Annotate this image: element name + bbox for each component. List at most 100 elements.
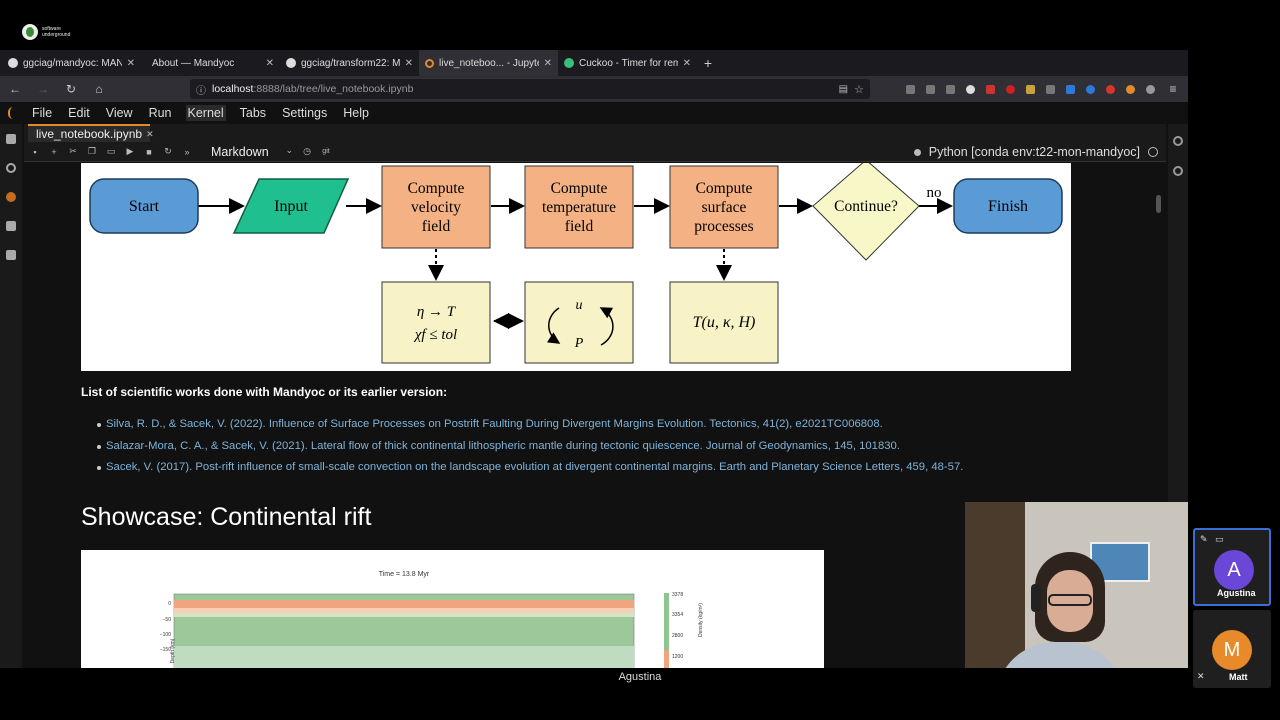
colorbar-tick: 3354: [672, 612, 683, 618]
debugger-icon[interactable]: [1173, 166, 1183, 176]
avatar: M: [1212, 630, 1252, 670]
account-icon[interactable]: [966, 84, 975, 94]
chevron-down-icon: ⌄: [285, 144, 293, 155]
library-icon[interactable]: [926, 84, 935, 94]
pocket-icon[interactable]: [906, 84, 915, 94]
rift-plot-title: Time = 13.8 Myr: [379, 571, 430, 578]
asthenosphere-layer: [174, 646, 634, 668]
rift-ytick: −100: [160, 632, 171, 638]
stop-icon[interactable]: ■: [144, 147, 154, 157]
continental-rift-figure: Time = 13.8 Myr Depth (km) 0 −50 −100 −1…: [81, 550, 824, 668]
close-icon[interactable]: ✕: [683, 58, 691, 69]
reader-icon[interactable]: ▤: [839, 84, 848, 95]
browser-tab-jupyterlab[interactable]: live_noteboo... - JupyterLab ✕: [419, 50, 558, 76]
reference-link[interactable]: Sacek, V. (2017). Post-rift influence of…: [96, 461, 963, 483]
menu-run[interactable]: Run: [147, 105, 174, 121]
decision-label: Continue?: [834, 198, 898, 215]
surface-line-3: processes: [694, 218, 753, 235]
home-icon[interactable]: ⌂: [92, 82, 106, 96]
menu-edit[interactable]: Edit: [66, 105, 92, 121]
git-diff-icon[interactable]: git: [321, 148, 331, 155]
folder-icon[interactable]: [6, 134, 16, 144]
extension-icon[interactable]: [6, 250, 16, 260]
close-icon[interactable]: ✕: [146, 129, 154, 140]
property-inspector-icon[interactable]: [1173, 136, 1183, 146]
surface-line-1: Compute: [696, 180, 753, 197]
copy-icon[interactable]: ❐: [87, 146, 97, 157]
reference-link[interactable]: Silva, R. D., & Sacek, V. (2022). Influe…: [96, 418, 963, 440]
menu-help[interactable]: Help: [341, 105, 371, 121]
cut-icon[interactable]: ✂: [68, 146, 78, 157]
fast-forward-icon[interactable]: »: [182, 147, 192, 157]
git-icon[interactable]: [6, 192, 16, 202]
tools-icon[interactable]: [1046, 84, 1055, 94]
notebook-toolbar: ▪ + ✂ ❐ ▭ ▶ ■ ↻ » Markdown ⌄ ◷ git Pytho…: [24, 142, 1166, 162]
browser-tab-cuckoo[interactable]: Cuckoo - Timer for remote teams ✕: [558, 50, 697, 76]
crust-layer: [174, 600, 634, 608]
toc-icon[interactable]: [6, 221, 16, 231]
url-host: localhost: [212, 83, 254, 95]
kernel-indicator[interactable]: Python [conda env:t22-mon-mandyoc]: [913, 142, 1158, 162]
menu-view[interactable]: View: [104, 105, 135, 121]
adblock-icon[interactable]: [986, 84, 995, 94]
temperature-line-2: temperature: [542, 199, 616, 216]
browser-tab-about-mandyoc[interactable]: About — Mandyoc ✕: [141, 50, 280, 76]
eq-eta-t: η → T: [417, 304, 457, 320]
menu-settings[interactable]: Settings: [280, 105, 329, 121]
reference-link[interactable]: Salazar-Mora, C. A., & Sacek, V. (2021).…: [96, 440, 963, 462]
lower-crust-layer: [174, 608, 634, 613]
close-icon[interactable]: ✕: [405, 58, 413, 69]
logo-text: software underground: [42, 26, 71, 38]
temperature-line-3: field: [565, 218, 594, 235]
menu-tabs[interactable]: Tabs: [238, 105, 268, 121]
presenter-name-label: Agustina: [618, 671, 662, 683]
screen-icon[interactable]: ▭: [1215, 534, 1224, 545]
close-icon[interactable]: ✕: [544, 58, 552, 69]
bookmark-star-icon[interactable]: ☆: [854, 83, 864, 96]
close-icon[interactable]: ✕: [127, 58, 135, 69]
restart-icon[interactable]: ↻: [163, 146, 173, 157]
running-icon[interactable]: [6, 163, 16, 173]
call-top-bar: software underground: [0, 0, 1280, 50]
close-icon[interactable]: ✕: [266, 58, 274, 69]
eq-chi-tol: χf ≤ tol: [413, 327, 457, 343]
tab-label: live_noteboo... - JupyterLab: [439, 57, 539, 69]
notebook-tab[interactable]: live_notebook.ipynb ✕: [28, 124, 154, 142]
new-tab-button[interactable]: +: [697, 50, 719, 76]
rift-plot-svg: Time = 13.8 Myr Depth (km) 0 −50 −100 −1…: [160, 571, 704, 668]
menu-file[interactable]: File: [30, 105, 54, 121]
extension-blue-icon[interactable]: [1066, 84, 1075, 94]
paste-icon[interactable]: ▭: [106, 146, 116, 157]
url-bar[interactable]: ⓘ localhost:8888/lab/tree/live_notebook.…: [190, 79, 870, 99]
browser-tab-mandyoc-github[interactable]: ggciag/mandyoc: MANtle DYnamics simu ✕: [2, 50, 141, 76]
clock-icon[interactable]: ◷: [302, 146, 312, 157]
presenter-glasses: [1048, 594, 1092, 606]
extension-red-icon[interactable]: [1106, 84, 1115, 94]
browser-tab-transform22[interactable]: ggciag/transform22: Mandyoc tutorial ✕: [280, 50, 419, 76]
references-list: Silva, R. D., & Sacek, V. (2022). Influe…: [96, 418, 963, 483]
menu-kernel[interactable]: Kernel: [185, 105, 226, 121]
run-icon[interactable]: ▶: [125, 146, 135, 157]
menu-icon[interactable]: ≡: [1166, 82, 1180, 96]
reload-icon[interactable]: ↻: [64, 82, 78, 96]
extension-orange-icon[interactable]: [1126, 84, 1135, 94]
extension-icons: ≡: [906, 82, 1180, 96]
tab-label: ggciag/transform22: Mandyoc tutorial: [301, 57, 400, 69]
extension-s-icon[interactable]: [1086, 84, 1095, 94]
tab-label: About — Mandyoc: [152, 57, 235, 69]
ublock-icon[interactable]: [1006, 84, 1015, 94]
kernel-status-icon: [1148, 147, 1158, 157]
forward-icon[interactable]: →: [36, 82, 50, 96]
sidebar-icon[interactable]: [946, 84, 955, 94]
scrollbar-thumb[interactable]: [1156, 195, 1161, 213]
save-icon[interactable]: ▪: [30, 147, 40, 157]
back-icon[interactable]: ←: [8, 82, 22, 96]
surface-line-2: surface: [702, 199, 747, 216]
participant-tile-agustina[interactable]: ✎ ▭ A Agustina: [1193, 528, 1271, 606]
avatar: A: [1214, 550, 1254, 590]
pin-icon[interactable]: ✎: [1200, 534, 1208, 545]
cell-type-select[interactable]: Markdown ⌄: [211, 145, 293, 159]
add-cell-icon[interactable]: +: [49, 147, 59, 157]
extension-gray-icon[interactable]: [1146, 84, 1155, 94]
extension-folder-icon[interactable]: [1026, 84, 1035, 94]
